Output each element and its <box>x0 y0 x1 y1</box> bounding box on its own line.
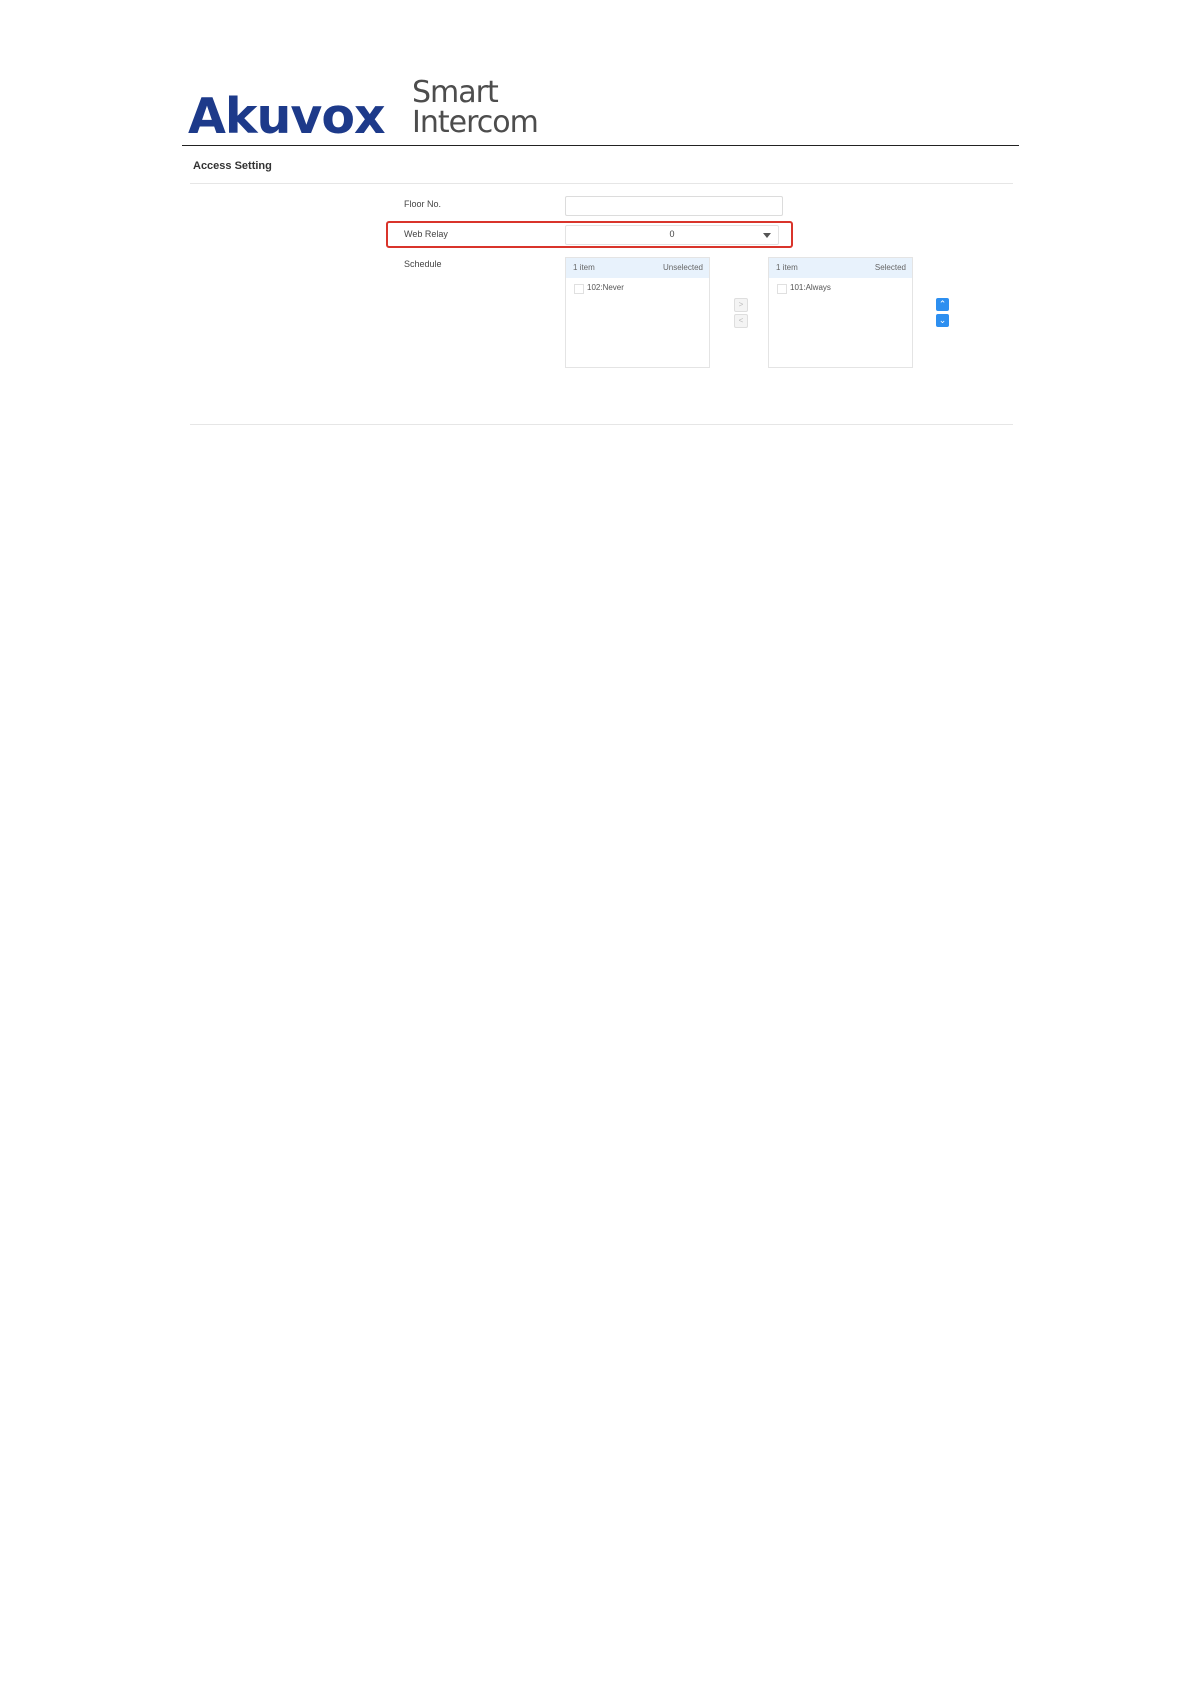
floor-label: Floor No. <box>404 199 442 209</box>
selected-title: Selected <box>874 263 906 272</box>
header-divider <box>182 145 1019 146</box>
logo-tagline: Smart Intercom <box>412 75 539 140</box>
unselected-title: Unselected <box>662 263 703 272</box>
selected-list-header: 1 item Selected <box>769 258 912 278</box>
unselected-list-header: 1 item Unselected <box>566 258 709 278</box>
unselected-count: 1 item <box>573 263 595 272</box>
section-divider-top <box>190 183 1013 184</box>
item-label: 102:Never <box>587 283 624 292</box>
chevron-right-icon: > <box>738 300 744 309</box>
logo-tagline-line1: Smart <box>412 75 499 110</box>
item-checkbox[interactable] <box>574 284 584 294</box>
section-divider-bottom <box>190 424 1013 425</box>
transfer-right-button[interactable]: > <box>734 298 748 312</box>
floor-input[interactable] <box>565 196 783 216</box>
chevron-down-icon <box>763 233 771 238</box>
akuvox-logo: Akuvox Smart Intercom <box>188 78 548 146</box>
unselected-list: 1 item Unselected 102:Never <box>565 257 710 368</box>
chevron-down-icon: ⌄ <box>938 315 947 325</box>
transfer-left-button[interactable]: < <box>734 314 748 328</box>
chevron-left-icon: < <box>738 316 744 325</box>
move-up-button[interactable]: ⌃ <box>936 298 949 311</box>
item-label: 101:Always <box>790 283 831 292</box>
section-title: Access Setting <box>193 160 272 172</box>
chevron-up-icon: ⌃ <box>938 299 947 309</box>
web-relay-label: Web Relay <box>404 229 448 239</box>
logo-brand: Akuvox <box>188 88 386 145</box>
web-relay-value: 0 <box>669 229 675 239</box>
web-relay-select[interactable]: 0 <box>565 225 779 245</box>
item-checkbox[interactable] <box>777 284 787 294</box>
schedule-label: Schedule <box>404 259 442 269</box>
selected-count: 1 item <box>776 263 798 272</box>
logo-tagline-line2: Intercom <box>412 105 539 140</box>
selected-list: 1 item Selected 101:Always <box>768 257 913 368</box>
move-down-button[interactable]: ⌄ <box>936 314 949 327</box>
